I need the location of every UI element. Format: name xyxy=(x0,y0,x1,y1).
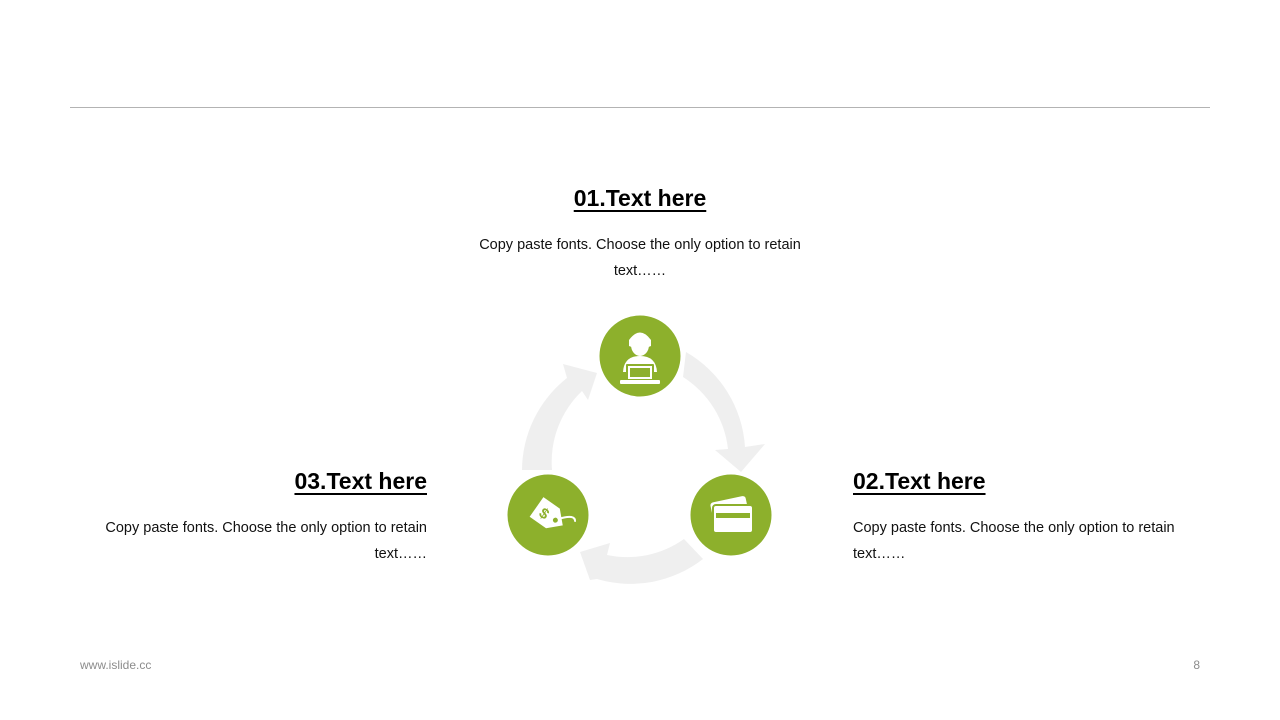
cycle-arrow-1-to-2 xyxy=(683,352,765,472)
step-1-description: Copy paste fonts. Choose the only option… xyxy=(479,237,801,279)
step-2-description: Copy paste fonts. Choose the only option… xyxy=(853,520,1175,562)
page-number: 8 xyxy=(1193,658,1200,672)
step-1-heading: 01.Text here xyxy=(573,185,707,211)
cycle-diagram: $ xyxy=(504,312,775,584)
cycle-node-2 xyxy=(687,471,775,559)
footer-website: www.islide.cc xyxy=(80,658,152,672)
cycle-node-1 xyxy=(596,312,684,400)
cycle-arrow-3-to-1 xyxy=(522,364,597,470)
step-3-heading: 03.Text here xyxy=(294,468,427,494)
step-3-description: Copy paste fonts. Choose the only option… xyxy=(105,520,427,562)
cycle-arrow-2-to-3 xyxy=(580,539,703,584)
step-2-heading: 02.Text here xyxy=(853,468,986,494)
cycle-node-3: $ xyxy=(504,471,592,559)
